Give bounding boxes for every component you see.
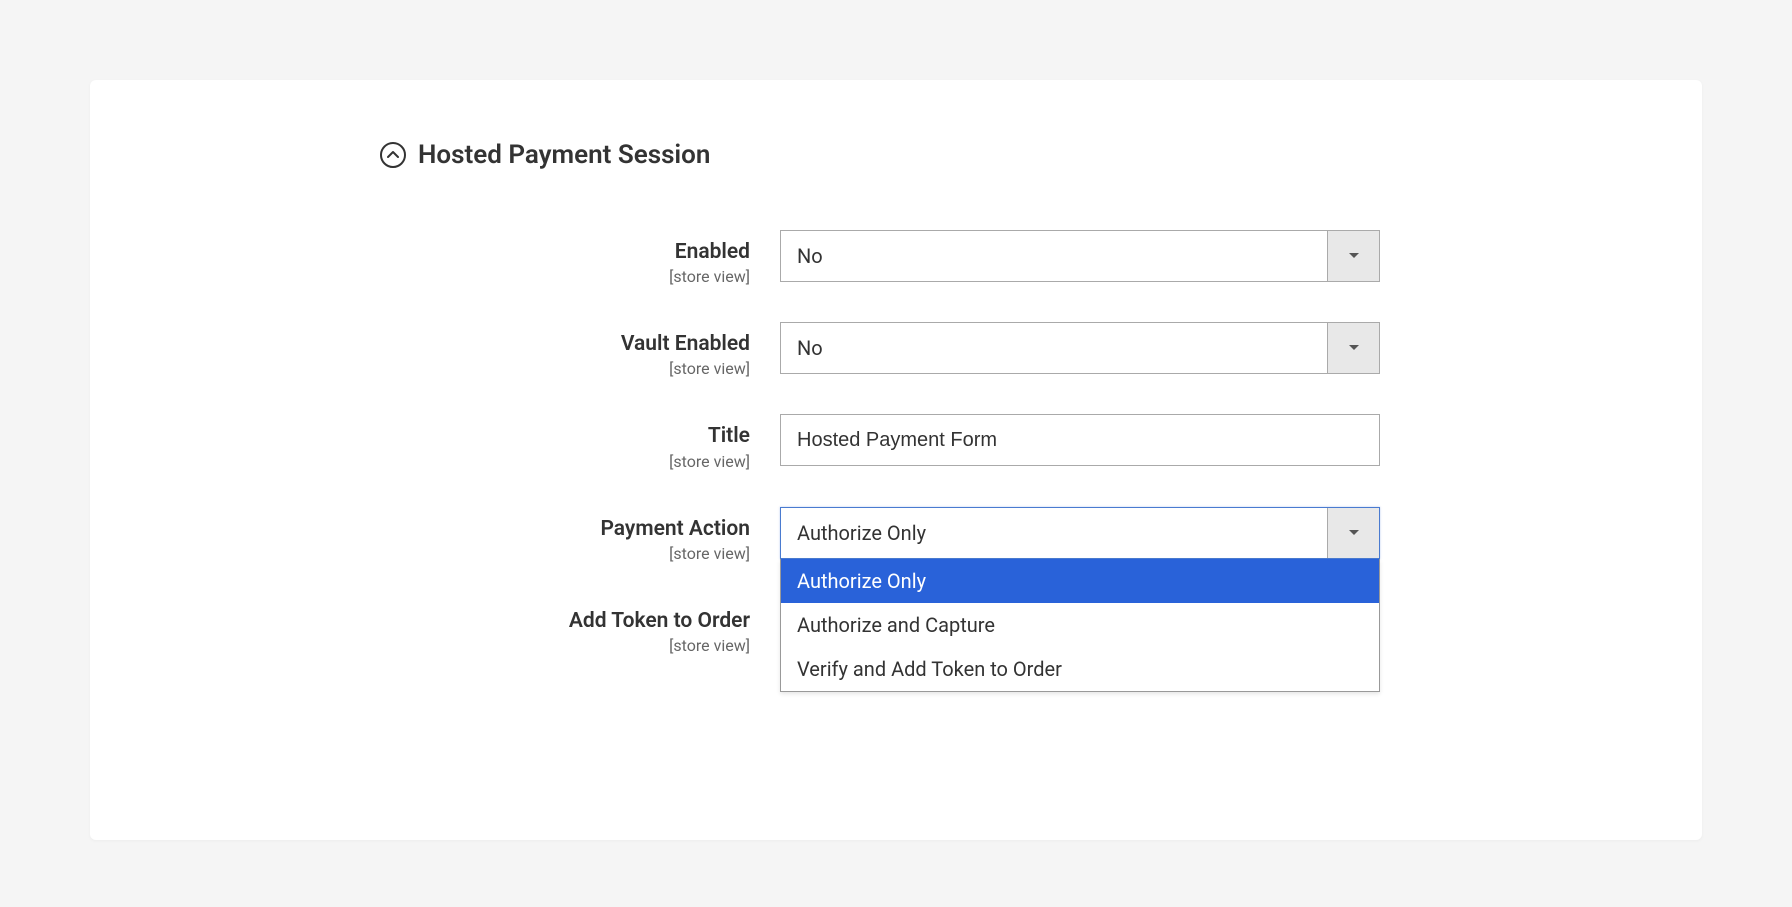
label-title: Title [130, 424, 750, 449]
dropdown-option[interactable]: Authorize Only [781, 559, 1379, 603]
select-value: No [781, 231, 1327, 281]
label-col: Title [store view] [130, 414, 780, 470]
scope-label: [store view] [130, 267, 750, 286]
input-col: Authorize Only Authorize Only Authorize … [780, 507, 1380, 559]
label-vault-enabled: Vault Enabled [130, 332, 750, 357]
section-header[interactable]: Hosted Payment Session [380, 140, 1662, 170]
chevron-down-icon [1327, 231, 1379, 281]
select-enabled[interactable]: No [780, 230, 1380, 282]
dropdown-option[interactable]: Authorize and Capture [781, 603, 1379, 647]
select-vault-enabled[interactable]: No [780, 322, 1380, 374]
label-payment-action: Payment Action [130, 517, 750, 542]
scope-label: [store view] [130, 544, 750, 563]
chevron-down-icon [1327, 508, 1379, 558]
label-col: Payment Action [store view] [130, 507, 780, 563]
scope-label: [store view] [130, 359, 750, 378]
label-col: Vault Enabled [store view] [130, 322, 780, 378]
label-col: Enabled [store view] [130, 230, 780, 286]
label-add-token: Add Token to Order [130, 609, 750, 634]
row-title: Title [store view] [130, 414, 1662, 470]
label-enabled: Enabled [130, 240, 750, 265]
select-value: Authorize Only [781, 508, 1327, 558]
input-col [780, 414, 1380, 466]
section-title: Hosted Payment Session [418, 140, 710, 170]
label-col: Add Token to Order [store view] [130, 599, 780, 655]
collapse-icon [380, 142, 406, 168]
select-payment-action[interactable]: Authorize Only [780, 507, 1380, 559]
select-value: No [781, 323, 1327, 373]
input-title[interactable] [780, 414, 1380, 466]
dropdown-payment-action: Authorize Only Authorize and Capture Ver… [780, 559, 1380, 692]
scope-label: [store view] [130, 452, 750, 471]
row-enabled: Enabled [store view] No [130, 230, 1662, 286]
row-payment-action: Payment Action [store view] Authorize On… [130, 507, 1662, 563]
dropdown-option[interactable]: Verify and Add Token to Order [781, 647, 1379, 691]
input-col: No [780, 322, 1380, 374]
chevron-down-icon [1327, 323, 1379, 373]
config-panel: Hosted Payment Session Enabled [store vi… [90, 80, 1702, 840]
input-col: No [780, 230, 1380, 282]
scope-label: [store view] [130, 636, 750, 655]
row-vault-enabled: Vault Enabled [store view] No [130, 322, 1662, 378]
